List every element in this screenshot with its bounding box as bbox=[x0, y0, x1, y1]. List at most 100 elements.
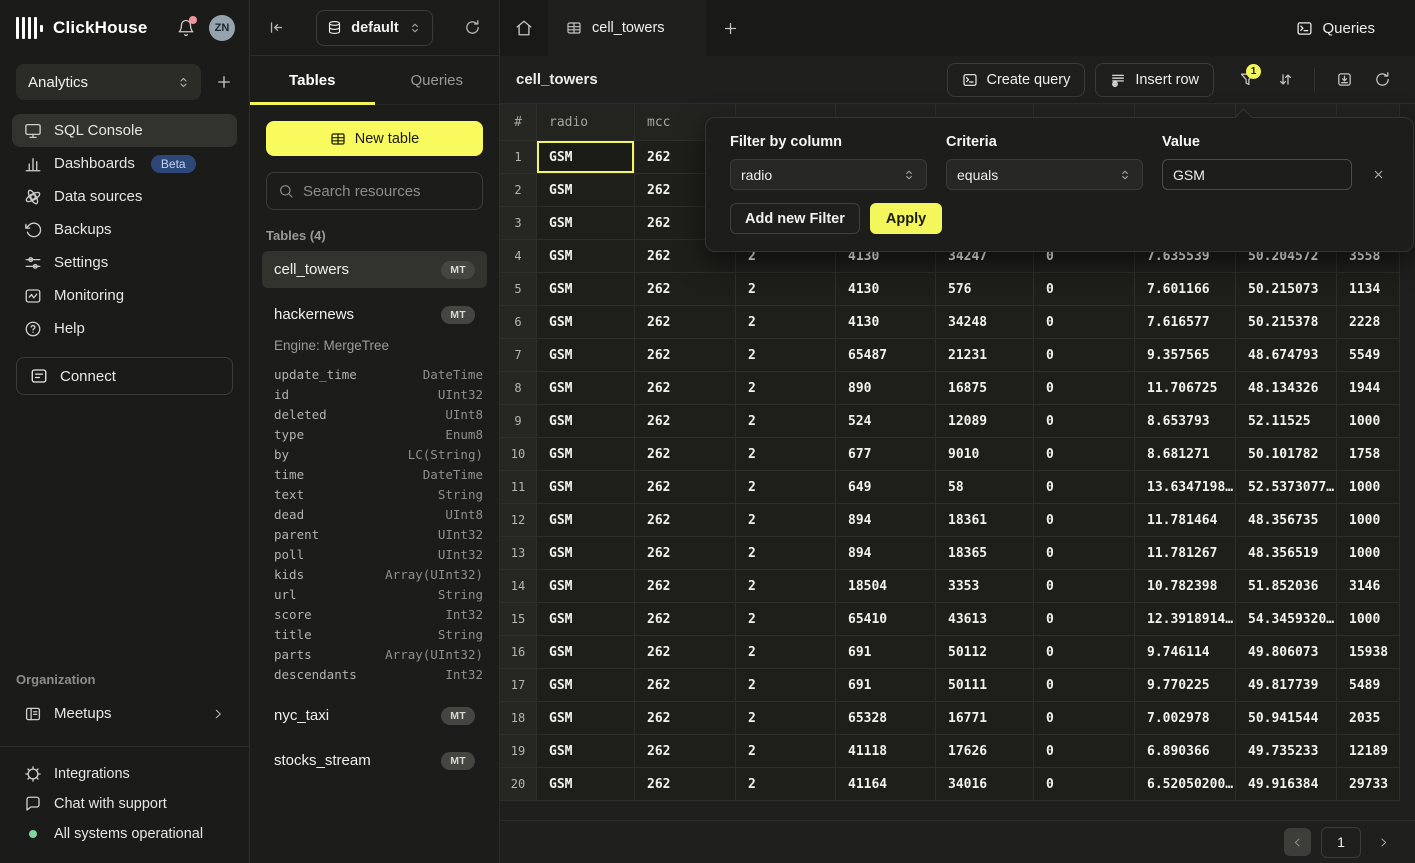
table-cell[interactable]: 262 bbox=[635, 306, 736, 339]
refresh-table-button[interactable] bbox=[1365, 63, 1399, 97]
table-cell[interactable]: 262 bbox=[635, 273, 736, 306]
sidebar-item-system-status[interactable]: All systems operational bbox=[12, 819, 237, 849]
table-cell[interactable]: 11.706725 bbox=[1135, 372, 1236, 405]
table-cell[interactable]: 41164 bbox=[836, 768, 936, 801]
table-cell[interactable]: 8.653793 bbox=[1135, 405, 1236, 438]
table-cell[interactable]: 0 bbox=[1034, 372, 1135, 405]
table-cell[interactable]: GSM bbox=[537, 306, 635, 339]
table-cell[interactable]: 262 bbox=[635, 768, 736, 801]
table-cell[interactable]: 1000 bbox=[1337, 537, 1400, 570]
table-cell[interactable]: 15938 bbox=[1337, 636, 1400, 669]
current-page-button[interactable]: 1 bbox=[1321, 827, 1361, 858]
table-cell[interactable]: 48.134326 bbox=[1236, 372, 1337, 405]
table-cell[interactable]: GSM bbox=[537, 471, 635, 504]
table-cell[interactable]: 0 bbox=[1034, 339, 1135, 372]
table-cell[interactable]: 262 bbox=[635, 669, 736, 702]
table-cell[interactable]: 2228 bbox=[1337, 306, 1400, 339]
table-cell[interactable]: 65487 bbox=[836, 339, 936, 372]
table-cell[interactable]: 9010 bbox=[936, 438, 1034, 471]
table-cell[interactable]: 2 bbox=[736, 702, 836, 735]
table-cell[interactable]: 262 bbox=[635, 570, 736, 603]
table-item-hackernews[interactable]: hackernews MT bbox=[262, 296, 487, 333]
table-cell[interactable]: 262 bbox=[635, 405, 736, 438]
table-cell[interactable]: 5489 bbox=[1337, 669, 1400, 702]
table-cell[interactable]: GSM bbox=[537, 174, 635, 207]
new-table-button[interactable]: New table bbox=[266, 121, 483, 156]
table-cell[interactable]: 1000 bbox=[1337, 405, 1400, 438]
table-cell[interactable]: 890 bbox=[836, 372, 936, 405]
table-cell[interactable]: 2 bbox=[736, 405, 836, 438]
table-cell[interactable]: GSM bbox=[537, 405, 635, 438]
tab-tables[interactable]: Tables bbox=[250, 56, 375, 104]
create-query-button[interactable]: Create query bbox=[947, 63, 1086, 97]
apply-filter-button[interactable]: Apply bbox=[870, 203, 942, 234]
table-cell[interactable]: 65410 bbox=[836, 603, 936, 636]
table-cell[interactable]: 12189 bbox=[1337, 735, 1400, 768]
table-cell[interactable]: 48.356519 bbox=[1236, 537, 1337, 570]
table-cell[interactable]: 0 bbox=[1034, 438, 1135, 471]
table-cell[interactable]: 2 bbox=[736, 504, 836, 537]
table-cell[interactable]: 262 bbox=[635, 372, 736, 405]
table-cell[interactable]: 2 bbox=[736, 570, 836, 603]
table-cell[interactable]: GSM bbox=[537, 636, 635, 669]
table-cell[interactable]: 50.101782 bbox=[1236, 438, 1337, 471]
sort-button[interactable] bbox=[1268, 63, 1302, 97]
table-cell[interactable]: 576 bbox=[936, 273, 1034, 306]
remove-filter-button[interactable] bbox=[1372, 168, 1389, 181]
filter-value-input[interactable]: GSM bbox=[1162, 159, 1352, 190]
table-cell[interactable]: 41118 bbox=[836, 735, 936, 768]
table-cell[interactable]: 0 bbox=[1034, 405, 1135, 438]
table-cell[interactable]: 21231 bbox=[936, 339, 1034, 372]
filter-button[interactable]: 1 bbox=[1230, 63, 1264, 97]
table-cell[interactable]: GSM bbox=[537, 240, 635, 273]
table-cell[interactable]: 52.5373077… bbox=[1236, 471, 1337, 504]
table-cell[interactable]: 262 bbox=[635, 504, 736, 537]
table-cell[interactable]: GSM bbox=[537, 669, 635, 702]
table-cell[interactable]: GSM bbox=[537, 438, 635, 471]
add-tab-button[interactable] bbox=[706, 0, 754, 56]
table-cell[interactable]: 18361 bbox=[936, 504, 1034, 537]
table-cell[interactable]: 262 bbox=[635, 537, 736, 570]
table-cell[interactable]: 11.781464 bbox=[1135, 504, 1236, 537]
refresh-tables-button[interactable] bbox=[464, 19, 481, 36]
table-cell[interactable]: 49.806073 bbox=[1236, 636, 1337, 669]
table-cell[interactable]: GSM bbox=[537, 735, 635, 768]
table-cell[interactable]: 10.782398 bbox=[1135, 570, 1236, 603]
filter-criteria-select[interactable]: equals bbox=[946, 159, 1143, 190]
table-cell[interactable]: 1758 bbox=[1337, 438, 1400, 471]
tab-queries[interactable]: Queries bbox=[375, 56, 500, 104]
notifications-button[interactable] bbox=[177, 19, 195, 37]
table-cell[interactable]: 894 bbox=[836, 537, 936, 570]
table-cell[interactable]: 0 bbox=[1034, 768, 1135, 801]
sidebar-item-settings[interactable]: Settings bbox=[12, 246, 237, 279]
column-header[interactable]: radio bbox=[537, 104, 635, 141]
table-cell[interactable]: GSM bbox=[537, 603, 635, 636]
table-cell[interactable]: GSM bbox=[537, 768, 635, 801]
home-button[interactable] bbox=[500, 0, 548, 56]
table-cell[interactable]: 0 bbox=[1034, 603, 1135, 636]
table-cell[interactable]: 49.817739 bbox=[1236, 669, 1337, 702]
sidebar-item-sql-console[interactable]: SQL Console bbox=[12, 114, 237, 147]
table-cell[interactable]: 43613 bbox=[936, 603, 1034, 636]
table-cell[interactable]: 18365 bbox=[936, 537, 1034, 570]
avatar[interactable]: ZN bbox=[209, 15, 235, 41]
table-cell[interactable]: 0 bbox=[1034, 702, 1135, 735]
table-cell[interactable]: 262 bbox=[635, 471, 736, 504]
table-cell[interactable]: 0 bbox=[1034, 273, 1135, 306]
table-cell[interactable]: 9.770225 bbox=[1135, 669, 1236, 702]
table-cell[interactable]: 2 bbox=[736, 471, 836, 504]
table-cell[interactable]: 58 bbox=[936, 471, 1034, 504]
insert-row-button[interactable]: Insert row bbox=[1095, 63, 1214, 97]
table-cell[interactable]: 2 bbox=[736, 339, 836, 372]
tab-cell-towers[interactable]: cell_towers bbox=[548, 0, 706, 56]
table-cell[interactable]: 262 bbox=[635, 636, 736, 669]
table-cell[interactable]: 12089 bbox=[936, 405, 1034, 438]
table-cell[interactable]: 6.890366 bbox=[1135, 735, 1236, 768]
table-cell[interactable]: 1000 bbox=[1337, 603, 1400, 636]
table-cell[interactable]: 48.674793 bbox=[1236, 339, 1337, 372]
table-cell[interactable]: 3146 bbox=[1337, 570, 1400, 603]
table-cell[interactable]: 9.357565 bbox=[1135, 339, 1236, 372]
table-cell[interactable]: 262 bbox=[635, 702, 736, 735]
table-cell[interactable]: 7.616577 bbox=[1135, 306, 1236, 339]
table-cell[interactable]: GSM bbox=[537, 207, 635, 240]
